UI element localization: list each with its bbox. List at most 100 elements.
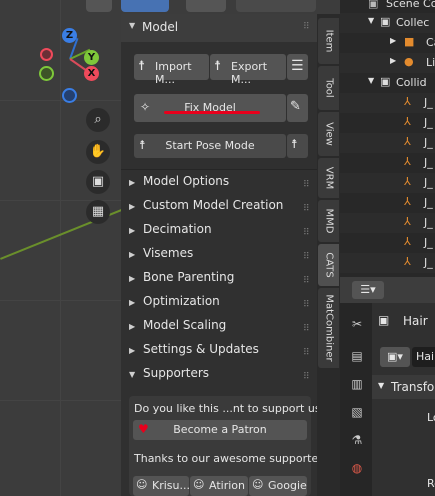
output-icon[interactable]: ▥ [348, 377, 366, 395]
outliner-row[interactable]: ▶ ■ Ca [340, 33, 435, 53]
wrench-button[interactable]: ✎ [287, 94, 308, 122]
drag-handle-icon[interactable]: ⠿ [303, 324, 310, 334]
supporter-name: Googie [268, 479, 307, 492]
tab-label: Tool [323, 78, 334, 98]
section-model-scaling[interactable]: ▶ Model Scaling [129, 318, 226, 340]
bone-icon: ⅄ [404, 215, 411, 228]
tab-item[interactable]: Item [318, 18, 339, 64]
outliner-row[interactable]: ⅄ J_ [340, 193, 435, 213]
fix-model-button[interactable]: ✧ Fix Model [134, 94, 286, 122]
outliner-row[interactable]: ⅄ J_ [340, 213, 435, 233]
outliner-row[interactable]: ⅄ J_ [340, 93, 435, 113]
outliner-row[interactable]: ⅄ J_ [340, 133, 435, 153]
person-icon: ☨ [138, 59, 146, 74]
hand-icon[interactable]: ✋ [86, 140, 110, 164]
menu-button[interactable]: ☰ [287, 54, 308, 80]
z-axis-dot[interactable]: Z [62, 28, 77, 43]
thanks-text: Thanks to our awesome supporte... [134, 452, 329, 465]
tool-icon[interactable]: ✂ [348, 317, 366, 335]
bone-icon: ⅄ [404, 255, 411, 268]
drag-handle-icon[interactable]: ⠿ [303, 180, 310, 190]
supporter-button[interactable]: ☺ Atirion [190, 476, 248, 496]
select-tool-icon[interactable] [121, 0, 169, 12]
section-supporters[interactable]: ▼ Supporters [129, 366, 209, 388]
overlay-icon[interactable] [186, 0, 226, 12]
outliner: ▣ Scene Col ▼ ▣ Collec ▶ ■ Ca ▶ ● Li ▼ ▣ Collid ⅄… [340, 0, 435, 277]
drag-handle-icon[interactable]: ⠿ [303, 228, 310, 238]
outliner-row[interactable]: ▣ Scene Col [340, 0, 435, 14]
x-axis-dot[interactable]: X [84, 66, 99, 81]
section-bone-parenting[interactable]: ▶ Bone Parenting [129, 270, 234, 292]
properties-editor: ☰▾ ✂ ▤ ▥ ▧ ⚗ ◍ ▣ Hair ▣▾ Hai ▼ Transfor … [340, 277, 435, 496]
outliner-row[interactable]: ▶ ● Li [340, 53, 435, 73]
become-patron-button[interactable]: ♥ Become a Patron [133, 420, 307, 440]
drag-handle-icon[interactable]: ⠿ [303, 252, 310, 262]
row-label: Collec [396, 16, 430, 29]
model-panel-header[interactable]: ▼ Model ⠿ [121, 14, 317, 42]
neg-z-axis-dot[interactable] [62, 88, 77, 103]
tab-mmd[interactable]: MMD [318, 200, 339, 242]
data-name-field[interactable]: Hai [412, 347, 435, 367]
section-label: Optimization [143, 294, 220, 308]
tab-label: View [323, 122, 334, 146]
section-visemes[interactable]: ▶ Visemes [129, 246, 193, 268]
tab-view[interactable]: View [318, 112, 339, 156]
outliner-row[interactable]: ⅄ J_ [340, 173, 435, 193]
transform-header[interactable]: ▼ Transfor [372, 375, 435, 399]
view-layer-icon[interactable]: ▧ [348, 405, 366, 423]
scene-icon[interactable]: ⚗ [348, 433, 366, 451]
outliner-row[interactable]: ▼ ▣ Collid [340, 73, 435, 93]
outliner-row[interactable]: ⅄ J_ [340, 233, 435, 253]
outliner-row[interactable]: ⅄ J_ [340, 153, 435, 173]
drag-handle-icon[interactable]: ⠿ [303, 276, 310, 286]
drag-handle-icon[interactable]: ⠿ [303, 204, 310, 214]
editor-type-dropdown[interactable]: ☰▾ [352, 281, 384, 299]
tab-vrm[interactable]: VRM [318, 158, 339, 198]
sidebar-panel: ▼ Model ⠿ ☨ Import M... ☨ Export M... ☰ … [121, 14, 329, 496]
supporter-button[interactable]: ☺ Googie [249, 476, 307, 496]
supporter-name: Atirion [209, 479, 245, 492]
world-icon[interactable]: ◍ [348, 461, 366, 479]
supporter-button[interactable]: ☺ Krisu... [133, 476, 190, 496]
render-icon[interactable]: ▤ [348, 349, 366, 367]
collection-icon: ▣ [368, 0, 379, 10]
row-label: J_ [424, 236, 433, 249]
chevron-right-icon: ▶ [129, 178, 136, 187]
sidebar-tabs: Item Tool View VRM MMD CATS MatCombiner [317, 14, 340, 496]
zoom-icon[interactable]: ⌕ [86, 108, 110, 132]
section-decimation[interactable]: ▶ Decimation [129, 222, 212, 244]
neg-x-axis-dot[interactable] [40, 48, 53, 61]
tab-matcombiner[interactable]: MatCombiner [318, 288, 339, 368]
drag-handle-icon[interactable]: ⠿ [303, 348, 310, 358]
section-settings-updates[interactable]: ▶ Settings & Updates [129, 342, 259, 364]
outliner-row[interactable]: ⅄ J_ [340, 253, 435, 273]
data-dropdown[interactable]: ▣▾ [380, 347, 410, 367]
neg-y-axis-dot[interactable] [39, 66, 54, 81]
grid-icon[interactable]: ▦ [86, 200, 110, 224]
camera-icon[interactable]: ▣ [86, 170, 110, 194]
tab-cats[interactable]: CATS [318, 244, 339, 286]
wrench-icon: ✎ [290, 99, 301, 114]
grid-line [60, 0, 61, 496]
chevron-right-icon: ▶ [129, 346, 136, 355]
tab-tool[interactable]: Tool [318, 66, 339, 110]
start-pose-mode-button[interactable]: ☨ Start Pose Mode [134, 134, 286, 158]
outliner-row[interactable]: ▼ ▣ Collec [340, 13, 435, 33]
outliner-row[interactable]: ⅄ J_ [340, 113, 435, 133]
export-model-button[interactable]: ☨ Export M... [210, 54, 286, 86]
drag-handle-icon[interactable]: ⠿ [303, 22, 310, 32]
section-custom-model-creation[interactable]: ▶ Custom Model Creation [129, 198, 283, 220]
mode-dropdown-icon[interactable] [86, 0, 112, 12]
section-optimization[interactable]: ▶ Optimization [129, 294, 220, 316]
shading-icon[interactable] [236, 0, 316, 12]
chevron-down-icon: ▼ [129, 370, 136, 379]
y-axis-dot[interactable]: Y [84, 50, 99, 65]
import-model-button[interactable]: ☨ Import M... [134, 54, 209, 86]
drag-handle-icon[interactable]: ⠿ [303, 300, 310, 310]
drag-handle-icon[interactable]: ⠿ [303, 372, 310, 382]
pose-option-button[interactable]: ☨ [287, 134, 308, 158]
section-model-options[interactable]: ▶ Model Options [129, 174, 229, 196]
location-label: Lo [427, 411, 435, 424]
collection-icon: ▣ [380, 15, 391, 28]
chevron-down-icon: ▼ [368, 16, 375, 25]
